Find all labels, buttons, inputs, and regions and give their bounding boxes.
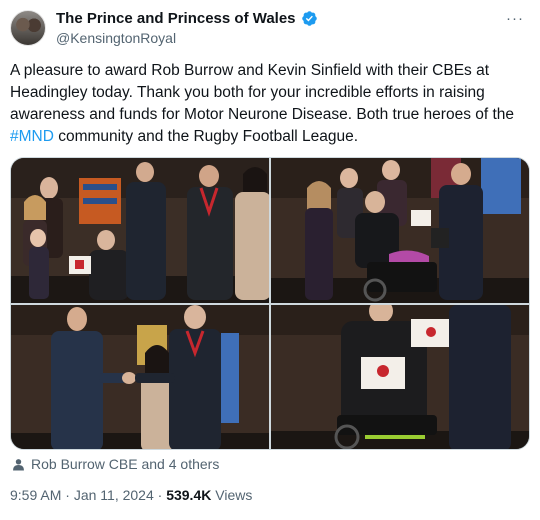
photo-4[interactable]: [271, 305, 529, 449]
hashtag-link[interactable]: #MND: [10, 128, 54, 145]
tweet-text-tail: community and the Rugby Football League.: [53, 128, 359, 145]
tweet-meta: 9:59 AM · Jan 11, 2024 · 539.4K Views: [10, 487, 252, 503]
photo-3[interactable]: [11, 305, 269, 449]
tweet-header: The Prince and Princess of Wales @Kensin…: [10, 8, 530, 52]
person-icon: [13, 458, 24, 470]
tweet-text-body: A pleasure to award Rob Burrow and Kevin…: [10, 62, 515, 123]
tagged-label: Rob Burrow CBE and 4 others: [31, 456, 220, 472]
display-name[interactable]: The Prince and Princess of Wales: [56, 10, 296, 27]
meta-separator-2: ·: [157, 487, 163, 503]
more-options-icon[interactable]: ···: [506, 10, 524, 27]
tagged-people[interactable]: Rob Burrow CBE and 4 others: [12, 456, 219, 472]
views-label: Views: [215, 487, 253, 503]
photo-2[interactable]: [271, 158, 529, 303]
meta-separator: ·: [65, 487, 70, 503]
tweet-date[interactable]: Jan 11, 2024: [74, 487, 154, 503]
account-handle[interactable]: @KensingtonRoyal: [56, 30, 176, 46]
photo-1[interactable]: [11, 158, 269, 303]
views-count: 539.4K: [166, 487, 212, 503]
name-row: The Prince and Princess of Wales: [56, 10, 318, 27]
avatar[interactable]: [10, 10, 46, 46]
media-grid: [10, 157, 530, 450]
tweet-time[interactable]: 9:59 AM: [10, 487, 61, 503]
verified-badge-icon: [301, 11, 317, 26]
tweet-text: A pleasure to award Rob Burrow and Kevin…: [10, 60, 530, 148]
